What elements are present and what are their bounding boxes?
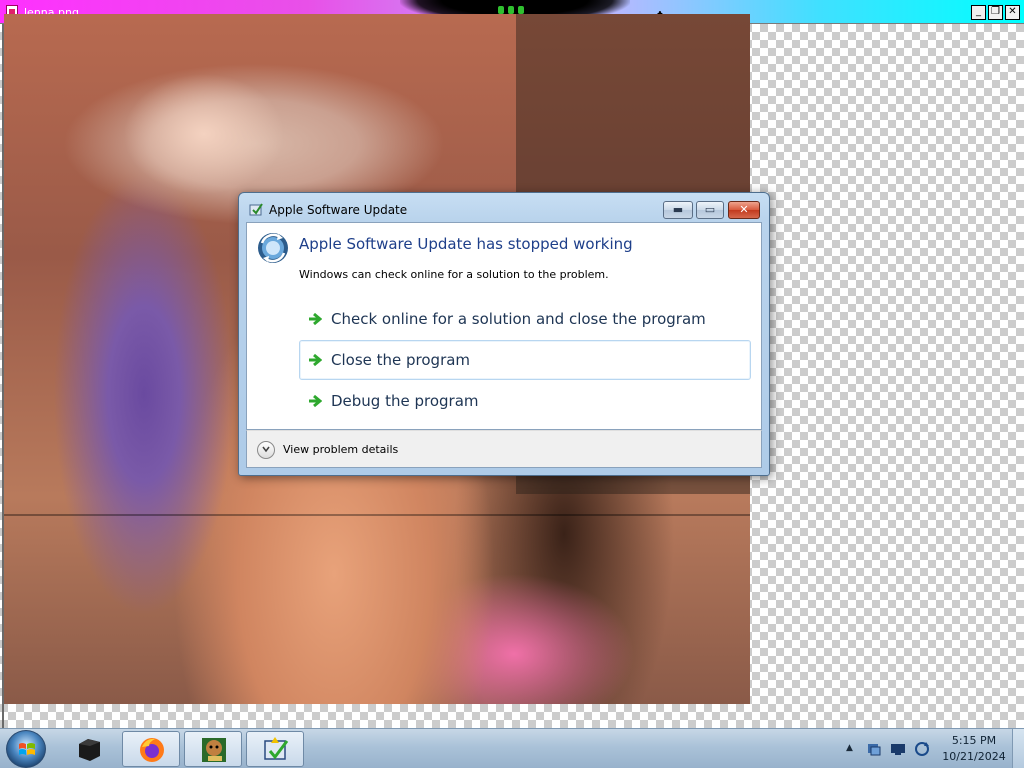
- clock-date[interactable]: 10/21/2024: [940, 750, 1008, 763]
- close-icon: ✕: [739, 203, 749, 216]
- start-button[interactable]: [6, 730, 46, 768]
- dialog-minimize-button[interactable]: ▬: [663, 201, 693, 219]
- software-update-icon: [264, 737, 289, 760]
- notch-dot: [518, 6, 524, 14]
- dialog-maximize-button[interactable]: ▭: [696, 201, 724, 219]
- dialog-subheading: Windows can check online for a solution …: [299, 268, 609, 281]
- network-icon[interactable]: [866, 741, 882, 757]
- option-label: Debug the program: [331, 392, 479, 410]
- firefox-icon: [140, 738, 164, 762]
- clock-time[interactable]: 5:15 PM: [940, 734, 1008, 747]
- photo-edge-line: [2, 24, 4, 728]
- taskbar-black-cube-app[interactable]: [60, 731, 118, 767]
- green-arrow-icon: [309, 394, 322, 408]
- tray-chevron-up-icon[interactable]: ▲: [846, 743, 853, 753]
- notch-dot: [508, 6, 514, 14]
- taskbar: ▲ 5:15 PM 10/21/2024: [0, 728, 1024, 768]
- green-arrow-icon: [309, 312, 322, 326]
- windows-logo-icon: [19, 743, 35, 755]
- monitor-icon[interactable]: [890, 741, 906, 757]
- view-details-toggle-button[interactable]: [257, 441, 275, 459]
- dialog-footer: View problem details: [246, 430, 762, 468]
- taskbar-firefox[interactable]: [122, 731, 180, 767]
- dialog-content: Apple Software Update has stopped workin…: [246, 222, 762, 430]
- dialog-title: Apple Software Update: [269, 203, 408, 217]
- close-program-option[interactable]: Close the program: [299, 340, 751, 380]
- software-update-globe-icon: [258, 233, 288, 263]
- viewer-restore-button[interactable]: ❐: [988, 5, 1003, 20]
- check-online-option[interactable]: Check online for a solution and close th…: [299, 299, 751, 339]
- taskbar-software-update[interactable]: [246, 731, 304, 767]
- view-details-link[interactable]: View problem details: [283, 443, 398, 456]
- dialog-close-button[interactable]: ✕: [728, 201, 760, 219]
- green-arrow-icon: [309, 353, 322, 367]
- debug-program-option[interactable]: Debug the program: [299, 381, 751, 421]
- option-label: Check online for a solution and close th…: [331, 310, 706, 328]
- box-app-icon: [202, 738, 226, 762]
- photo-shadow-line: [4, 514, 750, 516]
- notch-dot: [498, 6, 504, 14]
- taskbar-box-app[interactable]: [184, 731, 242, 767]
- viewer-close-button[interactable]: ✕: [1005, 5, 1020, 20]
- sync-icon[interactable]: [914, 741, 930, 757]
- minimize-icon: ▬: [672, 203, 684, 216]
- dialog-heading: Apple Software Update has stopped workin…: [299, 235, 633, 253]
- viewer-minimize-button[interactable]: _: [971, 5, 986, 20]
- maximize-icon: ▭: [704, 203, 716, 216]
- show-desktop-button[interactable]: [1012, 729, 1024, 768]
- black-cube-app-icon: [79, 739, 100, 761]
- app-update-icon: [249, 203, 263, 216]
- chevron-down-icon: [262, 446, 270, 453]
- option-label: Close the program: [331, 351, 471, 369]
- error-dialog[interactable]: Apple Software Update ▬ ▭ ✕ Apple Softwa…: [238, 192, 770, 476]
